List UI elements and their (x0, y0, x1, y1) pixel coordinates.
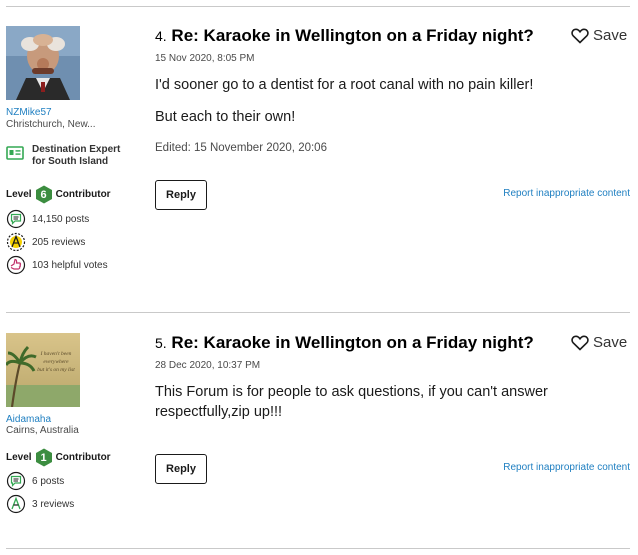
avatar-image (6, 26, 80, 100)
author-location: Christchurch, New... (6, 119, 96, 130)
post-body-line: I'd sooner go to a dentist for a root ca… (155, 77, 534, 93)
author-location: Cairns, Australia (6, 425, 79, 436)
post-number: 4. (155, 28, 167, 44)
save-button[interactable]: Save (571, 334, 627, 351)
save-label: Save (593, 334, 628, 351)
author-username[interactable]: NZMike57 (6, 107, 52, 118)
destination-expert-badge: Destination Expert for South Island (6, 144, 120, 168)
stat-reviews: 205 reviews (6, 232, 85, 252)
stat-posts-label: 6 posts (32, 475, 65, 487)
badge-line-1: Destination Expert (32, 144, 121, 155)
stat-posts: 14,150 posts (6, 209, 89, 229)
edited-note: Edited: 15 November 2020, 20:06 (155, 142, 327, 154)
level-label: Level (6, 189, 32, 200)
review-icon (6, 232, 26, 252)
svg-text:everywhere: everywhere (43, 359, 69, 365)
avatar-image: I haven't been everywhere but it's on my… (6, 333, 80, 407)
heart-icon (571, 334, 589, 351)
author-username[interactable]: Aidamaha (6, 414, 51, 425)
report-link[interactable]: Report inappropriate content (503, 188, 630, 199)
avatar[interactable]: I haven't been everywhere but it's on my… (6, 333, 80, 407)
stat-reviews-label: 205 reviews (32, 236, 86, 248)
post-title[interactable]: 4. Re: Karaoke in Wellington on a Friday… (155, 26, 534, 46)
post-date: 28 Dec 2020, 10:37 PM (155, 360, 261, 371)
post-body-line: This Forum is for people to ask question… (155, 384, 548, 420)
speech-bubble-icon (6, 471, 26, 491)
id-card-icon (6, 146, 24, 160)
level-number: 6 (40, 188, 47, 201)
post-body-line: But each to their own! (155, 109, 296, 125)
stat-posts: 6 posts (6, 471, 64, 491)
level-hexagon-icon: 6 (35, 185, 53, 204)
post-title-text: Re: Karaoke in Wellington on a Friday ni… (171, 333, 534, 352)
level-label: Level (6, 452, 32, 463)
post-title-text: Re: Karaoke in Wellington on a Friday ni… (171, 26, 534, 45)
stat-reviews-label: 3 reviews (32, 498, 75, 510)
avatar-quote: I haven't been (40, 351, 72, 357)
level-number: 1 (40, 451, 47, 464)
divider-bottom (6, 548, 630, 549)
divider-top (6, 6, 630, 7)
level-suffix: Contributor (55, 189, 111, 200)
post-number: 5. (155, 335, 167, 351)
badge-line-2: for South Island (32, 156, 109, 167)
level-hexagon-icon: 1 (35, 448, 53, 467)
divider-middle (6, 312, 630, 313)
reply-button[interactable]: Reply (155, 454, 207, 484)
avatar[interactable] (6, 26, 80, 100)
svg-text:but it's on my list: but it's on my list (37, 367, 75, 373)
save-button[interactable]: Save (571, 27, 627, 44)
report-link[interactable]: Report inappropriate content (503, 462, 630, 473)
post-date: 15 Nov 2020, 8:05 PM (155, 53, 255, 64)
level-suffix: Contributor (55, 452, 111, 463)
heart-icon (571, 27, 589, 44)
save-label: Save (593, 27, 628, 44)
thumbs-up-icon (6, 255, 26, 275)
stat-posts-label: 14,150 posts (32, 213, 90, 225)
speech-bubble-icon (6, 209, 26, 229)
reply-button[interactable]: Reply (155, 180, 207, 210)
stat-helpful-label: 103 helpful votes (32, 259, 108, 271)
stat-helpful: 103 helpful votes (6, 255, 108, 275)
review-icon (6, 494, 26, 514)
post-title[interactable]: 5. Re: Karaoke in Wellington on a Friday… (155, 333, 534, 353)
stat-reviews: 3 reviews (6, 494, 74, 514)
contributor-level: Level 1 Contributor (6, 448, 111, 467)
contributor-level: Level 6 Contributor (6, 185, 111, 204)
